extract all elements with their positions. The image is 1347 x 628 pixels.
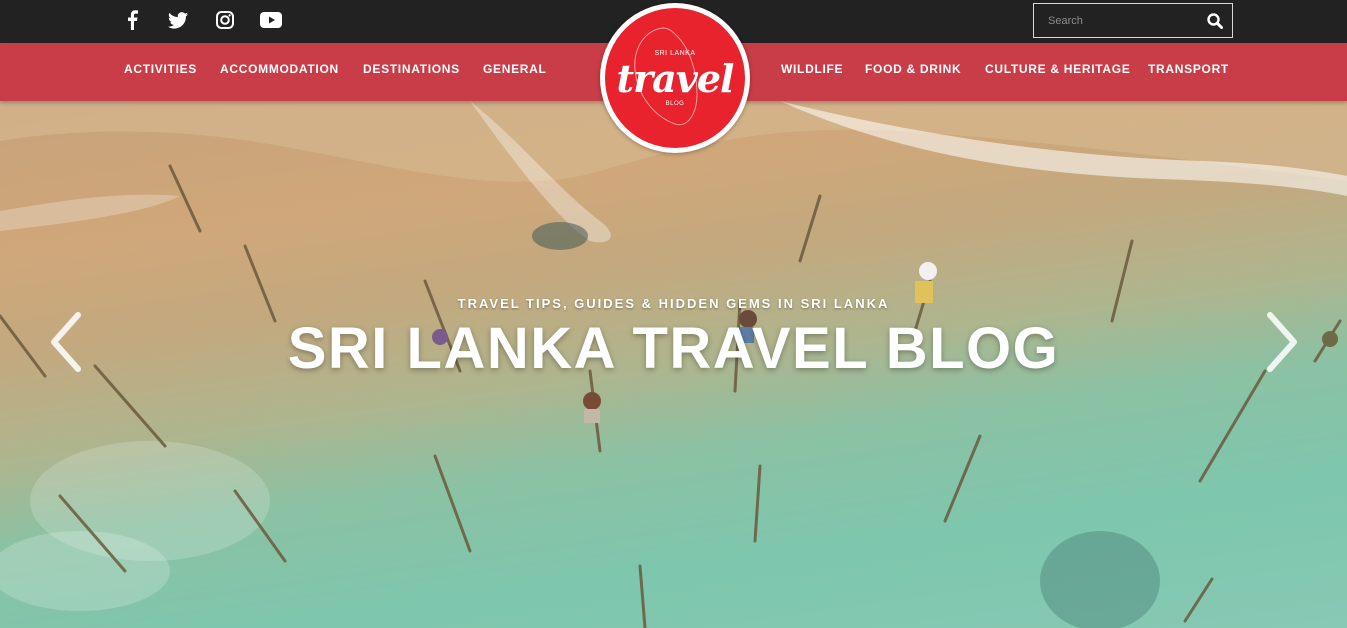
- nav-item-culture-heritage[interactable]: CULTURE & HERITAGE: [985, 43, 1131, 101]
- twitter-icon[interactable]: [167, 9, 189, 31]
- hero-title: SRI LANKA TRAVEL BLOG: [287, 316, 1060, 381]
- search-icon[interactable]: [1198, 4, 1232, 37]
- nav-item-general[interactable]: GENERAL: [483, 43, 547, 101]
- search-box: [1033, 3, 1233, 38]
- nav-item-activities[interactable]: ACTIVITIES: [124, 43, 197, 101]
- facebook-icon[interactable]: [121, 9, 143, 31]
- nav-item-destinations[interactable]: DESTINATIONS: [363, 43, 460, 101]
- nav-item-transport[interactable]: TRANSPORT: [1148, 43, 1229, 101]
- hero-subtitle: TRAVEL TIPS, GUIDES & HIDDEN GEMS IN SRI…: [457, 296, 890, 311]
- youtube-icon[interactable]: [260, 9, 282, 31]
- nav-item-wildlife[interactable]: WILDLIFE: [781, 43, 843, 101]
- logo-script-text: travel: [616, 56, 735, 101]
- search-input[interactable]: [1034, 4, 1198, 37]
- site-logo[interactable]: SRI LANKA travel BLOG: [600, 3, 750, 153]
- chevron-right-icon[interactable]: [1262, 311, 1302, 373]
- logo-bottom-text: BLOG: [665, 101, 685, 107]
- nav-item-accommodation[interactable]: ACCOMMODATION: [220, 43, 339, 101]
- chevron-left-icon[interactable]: [46, 311, 86, 373]
- logo-badge: SRI LANKA travel BLOG: [605, 8, 745, 148]
- instagram-icon[interactable]: [214, 9, 236, 31]
- hero-banner: TRAVEL TIPS, GUIDES & HIDDEN GEMS IN SRI…: [0, 101, 1347, 628]
- nav-item-food-drink[interactable]: FOOD & DRINK: [865, 43, 961, 101]
